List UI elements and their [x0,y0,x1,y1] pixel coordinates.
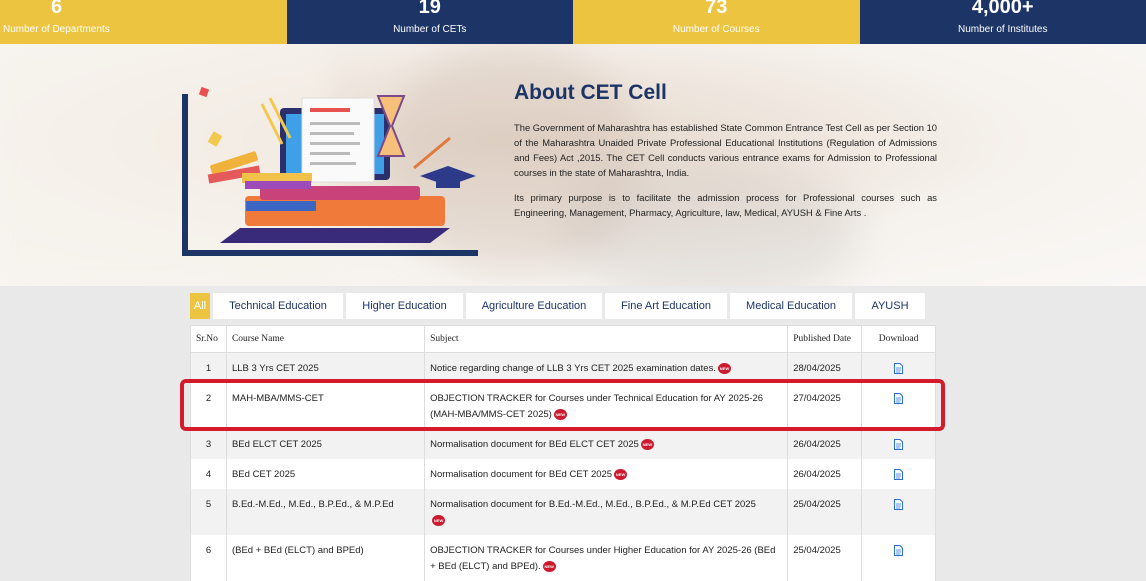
cell-date: 28/04/2025 [788,353,862,384]
new-badge-icon: NEW [641,439,654,450]
pdf-download-icon[interactable] [894,439,903,450]
stat-cets: 19 Number of CETs [287,0,574,44]
table-row: 4 BEd CET 2025 Normalisation document fo… [191,459,936,489]
cell-date: 27/04/2025 [788,383,862,429]
header-srno: Sr.No [191,326,227,353]
stat-value: 4,000+ [860,0,1146,19]
table-row: 6 (BEd + BEd (ELCT) and BPEd) OBJECTION … [191,535,936,581]
tab-medical-education[interactable]: Medical Education [730,293,852,319]
tab-all[interactable]: All [190,293,210,319]
stat-value: 6 [51,0,287,19]
online-exam-illustration [190,78,490,254]
cell-subject: Normalisation document for BEd CET 2025N… [425,459,788,489]
cell-srno: 4 [191,459,227,489]
tab-technical-education[interactable]: Technical Education [213,293,343,319]
stat-value: 19 [287,0,574,19]
table-header-row: Sr.No Course Name Subject Published Date… [191,326,936,353]
subject-link[interactable]: Normalisation document for B.Ed.-M.Ed., … [430,499,756,510]
cell-date: 26/04/2025 [788,459,862,489]
cell-date: 26/04/2025 [788,429,862,459]
table-row: 1 LLB 3 Yrs CET 2025 Notice regarding ch… [191,353,936,384]
cell-subject: OBJECTION TRACKER for Courses under High… [425,535,788,581]
stat-label: Number of Departments [3,24,287,35]
cell-srno: 5 [191,489,227,535]
pdf-download-icon[interactable] [894,499,903,510]
stat-institutes: 4,000+ Number of Institutes [860,0,1146,44]
new-badge-icon: NEW [614,469,627,480]
table-row: 5 B.Ed.-M.Ed., M.Ed., B.P.Ed., & M.P.Ed … [191,489,936,535]
header-course-name: Course Name [226,326,424,353]
header-subject: Subject [425,326,788,353]
cell-course: LLB 3 Yrs CET 2025 [226,353,424,384]
header-published-date: Published Date [788,326,862,353]
pdf-download-icon[interactable] [894,469,903,480]
cell-date: 25/04/2025 [788,489,862,535]
stat-label: Number of CETs [287,24,574,35]
tab-ayush[interactable]: AYUSH [855,293,925,319]
subject-link[interactable]: Normalisation document for BEd CET 2025 [430,469,612,480]
tab-fine-art-education[interactable]: Fine Art Education [605,293,727,319]
stat-value: 73 [573,0,860,19]
cell-date: 25/04/2025 [788,535,862,581]
subject-link[interactable]: Normalisation document for BEd ELCT CET … [430,439,639,450]
new-badge-icon: NEW [432,515,445,526]
cell-subject: Normalisation document for B.Ed.-M.Ed., … [425,489,788,535]
cell-download [862,459,936,489]
cell-srno: 6 [191,535,227,581]
header-download: Download [862,326,936,353]
cell-subject: Normalisation document for BEd ELCT CET … [425,429,788,459]
stats-bar: 6 Number of Departments 19 Number of CET… [0,0,1146,44]
cell-download [862,383,936,429]
stat-label: Number of Courses [573,24,860,35]
pdf-download-icon[interactable] [894,545,903,556]
cell-course: (BEd + BEd (ELCT) and BPEd) [226,535,424,581]
table-row: 2 MAH-MBA/MMS-CET OBJECTION TRACKER for … [191,383,936,429]
table-row: 3 BEd ELCT CET 2025 Normalisation docume… [191,429,936,459]
illustration-frame-left [182,94,188,256]
category-tabs: All Technical Education Higher Education… [190,293,925,319]
pdf-download-icon[interactable] [894,363,903,374]
cell-download [862,429,936,459]
stat-departments: 6 Number of Departments [0,0,287,44]
cell-download [862,489,936,535]
stat-label: Number of Institutes [860,24,1146,35]
cell-course: BEd CET 2025 [226,459,424,489]
stat-courses: 73 Number of Courses [573,0,860,44]
pdf-download-icon[interactable] [894,393,903,404]
tab-agriculture-education[interactable]: Agriculture Education [466,293,602,319]
cell-subject: Notice regarding change of LLB 3 Yrs CET… [425,353,788,384]
cell-course: BEd ELCT CET 2025 [226,429,424,459]
cell-srno: 3 [191,429,227,459]
subject-link[interactable]: OBJECTION TRACKER for Courses under High… [430,545,775,572]
cell-srno: 1 [191,353,227,384]
new-badge-icon: NEW [718,363,731,374]
cell-srno: 2 [191,383,227,429]
cell-course: MAH-MBA/MMS-CET [226,383,424,429]
cell-subject: OBJECTION TRACKER for Courses under Tech… [425,383,788,429]
cell-download [862,353,936,384]
cell-download [862,535,936,581]
about-paragraph: The Government of Maharashtra has establ… [514,120,937,180]
about-title: About CET Cell [514,81,667,105]
subject-link[interactable]: Notice regarding change of LLB 3 Yrs CET… [430,363,716,374]
tab-higher-education[interactable]: Higher Education [346,293,463,319]
notifications-table: Sr.No Course Name Subject Published Date… [190,325,936,581]
new-badge-icon: NEW [554,409,567,420]
cell-course: B.Ed.-M.Ed., M.Ed., B.P.Ed., & M.P.Ed [226,489,424,535]
subject-link[interactable]: OBJECTION TRACKER for Courses under Tech… [430,393,763,420]
about-paragraph: Its primary purpose is to facilitate the… [514,190,937,220]
new-badge-icon: NEW [543,561,556,572]
